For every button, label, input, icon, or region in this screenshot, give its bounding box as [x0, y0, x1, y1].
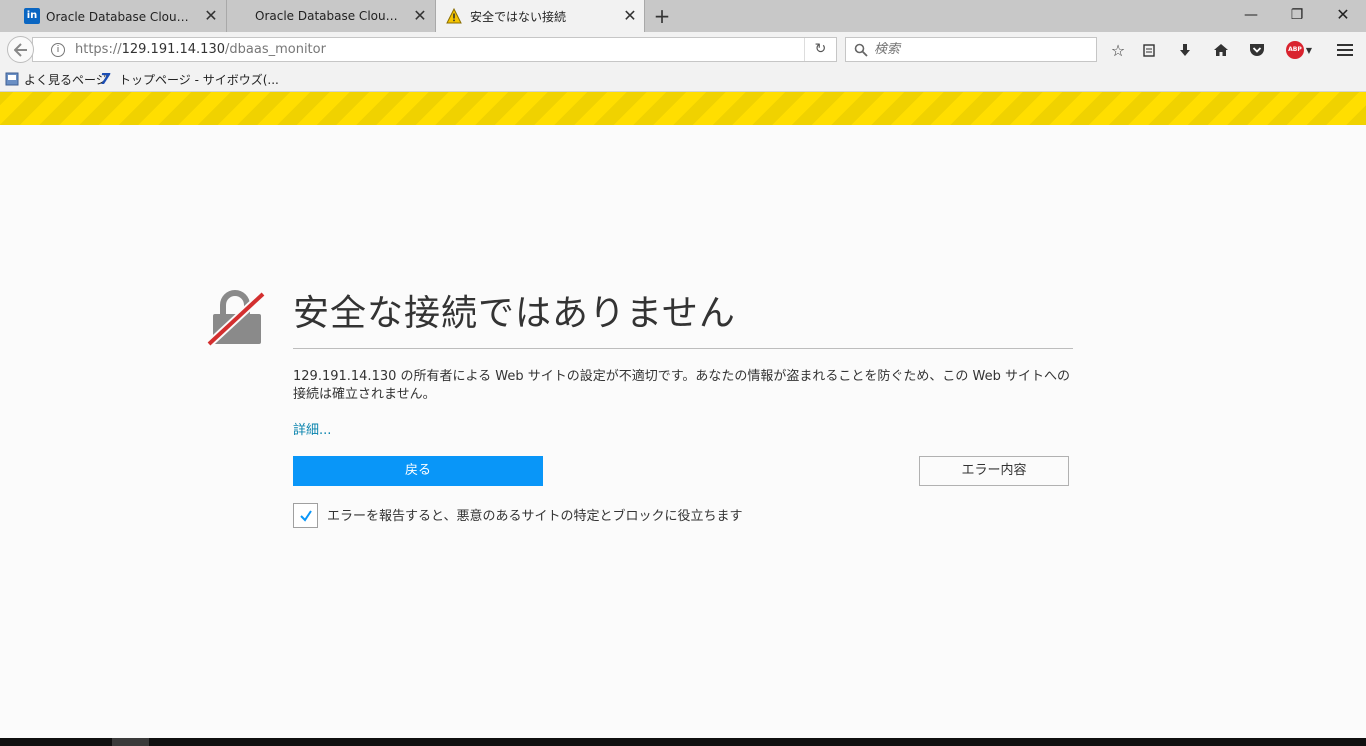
close-icon[interactable]: ✕ — [412, 8, 428, 24]
adblock-button[interactable]: ABP ▼ — [1283, 39, 1315, 61]
download-icon[interactable] — [1174, 39, 1196, 61]
close-icon[interactable]: ✕ — [203, 8, 219, 24]
close-icon[interactable]: ✕ — [622, 8, 638, 24]
tab-title: 安全ではない接続 — [470, 9, 567, 24]
cybozu-icon: 7 — [100, 70, 111, 88]
house-icon — [1214, 44, 1228, 56]
navigation-bar: i https://129.191.14.130/dbaas_monitor ↻… — [0, 32, 1366, 66]
reading-list-icon[interactable] — [1138, 39, 1160, 61]
broken-lock-icon — [206, 290, 265, 346]
info-icon[interactable]: i — [51, 42, 65, 57]
error-details-button[interactable]: エラー内容 — [919, 456, 1069, 486]
taskbar-active-app[interactable] — [112, 738, 149, 746]
search-icon — [854, 43, 868, 57]
hamburger-icon — [1337, 44, 1353, 56]
linkedin-icon: in — [24, 8, 40, 24]
error-description: 129.191.14.130 の所有者による Web サイトの設定が不適切です。… — [293, 369, 1071, 402]
arrow-left-icon — [13, 42, 27, 57]
bookmark-cybozu[interactable]: 7 トップページ - サイボウズ(... — [100, 70, 279, 88]
bookmark-label: トップページ - サイボウズ(... — [119, 72, 279, 87]
pocket-shield-icon — [1250, 44, 1264, 56]
warning-icon — [446, 8, 462, 24]
tab-insecure-connection[interactable]: 安全ではない接続 ✕ — [435, 0, 645, 32]
url-host: 129.191.14.130 — [121, 42, 225, 57]
bookmark-most-visited[interactable]: よく見るページ — [5, 70, 108, 88]
back-button[interactable] — [7, 36, 34, 63]
tab-title: Oracle Database Cloud Ser... — [255, 9, 405, 23]
title-divider — [293, 348, 1073, 349]
go-back-button[interactable]: 戻る — [293, 456, 543, 486]
star-icon[interactable]: ☆ — [1107, 39, 1129, 61]
minimize-icon[interactable]: — — [1239, 4, 1263, 26]
clipboard-icon — [1143, 44, 1155, 57]
bookmark-folder-icon — [5, 72, 19, 86]
taskbar — [0, 738, 1366, 746]
tab-oracle-dbcloud[interactable]: in Oracle Database Cloudを使... ✕ — [20, 0, 225, 32]
search-input[interactable] — [874, 42, 1074, 57]
url-scheme: https:// — [75, 42, 122, 57]
restore-icon[interactable]: ❐ — [1285, 4, 1309, 26]
chevron-down-icon: ▼ — [1305, 45, 1313, 55]
url-text[interactable]: https://129.191.14.130/dbaas_monitor — [75, 42, 326, 57]
pocket-icon[interactable] — [1246, 39, 1268, 61]
report-errors-label: エラーを報告すると、悪意のあるサイトの特定とブロックに役立ちます — [327, 509, 743, 524]
menu-icon[interactable] — [1334, 39, 1356, 61]
adblock-icon: ABP — [1285, 41, 1304, 59]
page-title: 安全な接続ではありません — [293, 293, 736, 334]
bookmarks-bar: よく見るページ 7 トップページ - サイボウズ(... — [0, 66, 1366, 92]
tab-title: Oracle Database Cloudを使... — [46, 9, 196, 24]
report-errors-checkbox[interactable] — [293, 503, 318, 528]
arrow-down-icon — [1180, 44, 1190, 56]
tab-oracle-dbcloud-service[interactable]: Oracle Database Cloud Ser... ✕ — [226, 0, 434, 32]
warning-stripe — [0, 92, 1366, 125]
error-page — [0, 125, 1366, 738]
url-path: /dbaas_monitor — [225, 42, 326, 57]
advanced-details-link[interactable]: 詳細... — [293, 419, 331, 438]
reload-icon[interactable]: ↻ — [804, 38, 836, 61]
new-tab-button[interactable]: + — [651, 6, 673, 26]
close-window-icon[interactable]: ✕ — [1331, 4, 1355, 26]
search-bar[interactable] — [845, 37, 1097, 62]
checkmark-icon — [299, 509, 312, 522]
bookmark-label: よく見るページ — [24, 72, 108, 87]
tab-strip: in Oracle Database Cloudを使... ✕ Oracle D… — [0, 0, 1366, 32]
url-bar[interactable]: i https://129.191.14.130/dbaas_monitor ↻ — [32, 37, 837, 62]
home-icon[interactable] — [1210, 39, 1232, 61]
